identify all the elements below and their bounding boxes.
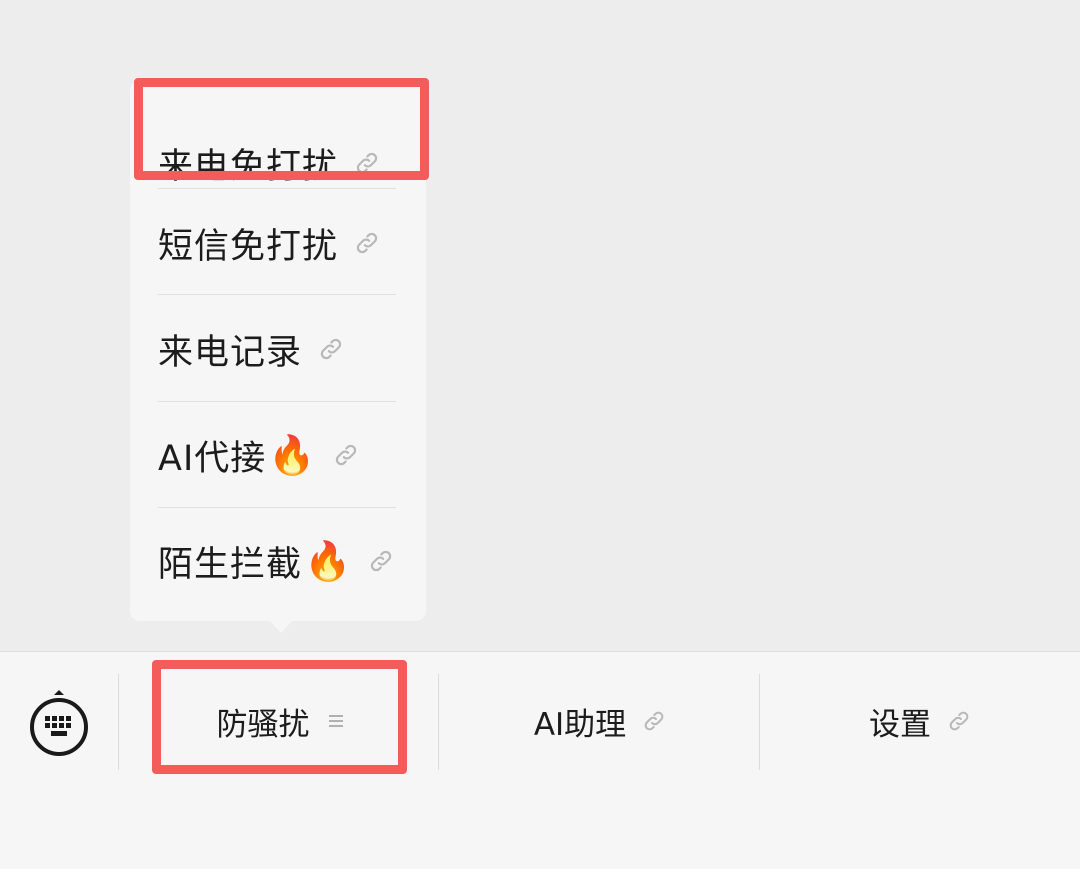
- menu-item-ai-answer[interactable]: AI代接 🔥: [158, 402, 398, 508]
- menu-item-label: 来电记录: [158, 332, 303, 373]
- menu-item-sms-dnd[interactable]: 短信免打扰: [158, 190, 398, 296]
- bar-divider: [438, 674, 439, 770]
- link-icon: [335, 444, 356, 466]
- bar-divider: [118, 674, 119, 770]
- menu-lines-icon: [328, 715, 343, 727]
- link-icon: [356, 152, 378, 174]
- menu-item-label: 陌生拦截: [158, 544, 303, 585]
- fire-icon: 🔥: [268, 432, 317, 477]
- menu-divider: [158, 188, 396, 189]
- link-icon: [644, 711, 664, 731]
- bottom-menu-settings[interactable]: 设置: [760, 672, 1080, 770]
- link-icon: [371, 550, 392, 572]
- link-icon: [949, 711, 969, 731]
- bottom-menu-label: AI助理: [533, 706, 627, 743]
- menu-item-label: 短信免打扰: [158, 226, 339, 267]
- popup-pointer: [270, 621, 292, 633]
- bottom-menu-label: 设置: [869, 706, 931, 743]
- link-icon: [320, 338, 342, 360]
- keyboard-icon[interactable]: [28, 688, 90, 758]
- menu-divider: [158, 294, 396, 295]
- menu-item-call-log[interactable]: 来电记录: [158, 296, 398, 402]
- submenu-popup: 来电免打扰 短信免打扰 来电记录 AI代接 🔥 陌生拦截 🔥: [130, 80, 426, 621]
- menu-item-label: AI代接: [158, 438, 267, 479]
- menu-item-stranger-block[interactable]: 陌生拦截 🔥: [158, 508, 398, 614]
- fire-icon: 🔥: [304, 538, 353, 583]
- bottom-menu-anti-harassment[interactable]: 防骚扰: [160, 672, 400, 770]
- menu-item-label: 来电免打扰: [158, 146, 339, 187]
- link-icon: [356, 232, 378, 254]
- bottom-menu-label: 防骚扰: [216, 706, 310, 743]
- bottom-menu-bar: 防骚扰 AI助理 设置: [0, 651, 1080, 869]
- bottom-menu-ai-assistant[interactable]: AI助理: [440, 672, 760, 770]
